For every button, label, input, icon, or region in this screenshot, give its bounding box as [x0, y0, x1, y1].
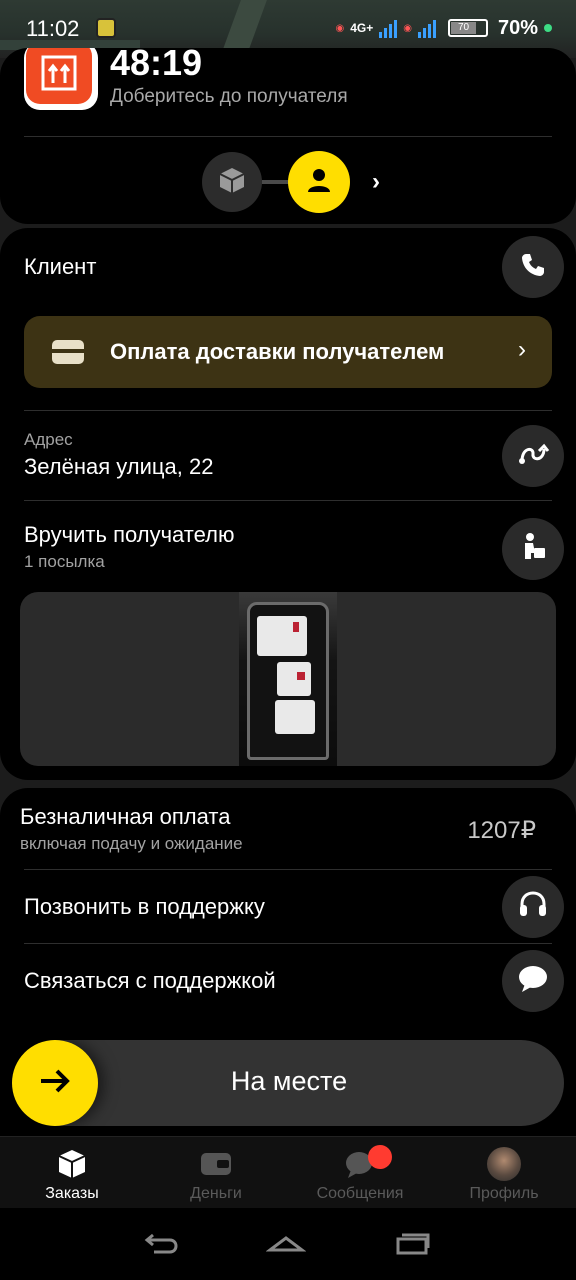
pickup-step: [202, 152, 262, 212]
volte-icon-2: ◉: [403, 22, 412, 34]
payment-on-delivery-banner[interactable]: Оплата доставки получателем ›: [24, 316, 552, 388]
back-icon[interactable]: [140, 1230, 180, 1263]
divider: [24, 410, 552, 411]
chat-icon: [288, 1145, 432, 1181]
network-type: 4G+: [350, 21, 374, 35]
client-label: Клиент: [24, 254, 97, 279]
call-support-button[interactable]: [502, 876, 564, 938]
divider: [24, 943, 552, 944]
call-client-button[interactable]: [502, 236, 564, 298]
order-details-card: Клиент Оплата доставки получателем › Адр…: [0, 228, 576, 780]
person-with-package-icon: [517, 531, 549, 568]
package-photo-area[interactable]: [20, 592, 556, 766]
package-tape: [297, 672, 305, 680]
phone-icon: [518, 250, 548, 285]
box-icon: [0, 1147, 144, 1181]
chevron-right-icon: ›: [518, 336, 526, 363]
route-icon: [516, 439, 550, 474]
signal-icon: [379, 18, 398, 38]
route-button[interactable]: [502, 425, 564, 487]
battery-icon: 70: [447, 19, 488, 37]
notification-icon: [96, 18, 116, 38]
chat-support-button[interactable]: [502, 950, 564, 1012]
nav-money-label: Деньги: [190, 1185, 242, 1202]
bottom-nav: Заказы Деньги Сообщения Профиль: [0, 1136, 576, 1208]
nav-profile[interactable]: Профиль: [432, 1147, 576, 1203]
chat-bubble-icon: [517, 964, 549, 999]
unread-badge: [368, 1145, 392, 1169]
volte-icon: ◉: [335, 22, 345, 34]
recipient-step: [288, 151, 350, 213]
payment-amount: 1207₽: [467, 817, 536, 844]
package-icon: [217, 165, 247, 200]
address-value[interactable]: Зелёная улица, 22: [24, 454, 213, 480]
package-arrows-icon: [26, 48, 92, 104]
order-header-card[interactable]: 48:19 Доберитесь до получателя ›: [0, 48, 576, 224]
handover-button[interactable]: [502, 518, 564, 580]
order-timer: 48:19: [110, 48, 203, 83]
nav-orders[interactable]: Заказы: [0, 1147, 144, 1203]
divider: [24, 869, 552, 870]
payment-banner-label: Оплата доставки получателем: [110, 339, 445, 364]
wallet-icon: [144, 1147, 288, 1181]
battery-level: 70: [450, 22, 477, 34]
avatar-wrap: [432, 1147, 576, 1181]
package: [257, 616, 307, 656]
payment-note: включая подачу и ожидание: [20, 834, 243, 853]
nav-profile-label: Профиль: [469, 1185, 539, 1202]
recent-apps-icon[interactable]: [392, 1230, 432, 1263]
package: [277, 662, 311, 696]
nav-orders-label: Заказы: [45, 1185, 99, 1202]
route-progress[interactable]: ›: [202, 150, 402, 214]
person-icon: [304, 165, 334, 200]
system-navigation-bar: [0, 1208, 576, 1280]
avatar: [487, 1147, 521, 1181]
handover-subtitle: 1 посылка: [24, 552, 105, 571]
handover-title: Вручить получателю: [24, 522, 235, 547]
card-icon: [52, 340, 84, 364]
nav-money[interactable]: Деньги: [144, 1147, 288, 1203]
call-support-label[interactable]: Позвонить в поддержку: [24, 894, 265, 920]
nav-messages-label: Сообщения: [316, 1185, 404, 1202]
status-dot: [544, 24, 552, 32]
nav-messages[interactable]: Сообщения: [288, 1145, 432, 1203]
package-tape: [293, 622, 299, 632]
chat-support-label[interactable]: Связаться с поддержкой: [24, 968, 276, 994]
home-icon[interactable]: [265, 1230, 307, 1263]
headset-icon: [516, 888, 550, 927]
arrived-slider-handle[interactable]: [12, 1040, 98, 1126]
status-time: 11:02: [26, 16, 80, 41]
battery-percent: 70%: [497, 16, 538, 39]
divider: [24, 136, 552, 137]
payment-type: Безналичная оплата: [20, 804, 231, 829]
arrow-right-icon: [35, 1061, 75, 1106]
package-photo[interactable]: [239, 592, 337, 766]
package: [275, 700, 315, 734]
divider: [24, 500, 552, 501]
status-indicators: ◉ 4G+ ◉ 70 70%: [335, 14, 552, 42]
chevron-right-icon[interactable]: ›: [372, 168, 380, 196]
signal-icon-2: [417, 18, 436, 38]
address-caption: Адрес: [24, 430, 73, 449]
app-logo: [24, 48, 98, 110]
order-instruction: Доберитесь до получателя: [110, 86, 348, 107]
